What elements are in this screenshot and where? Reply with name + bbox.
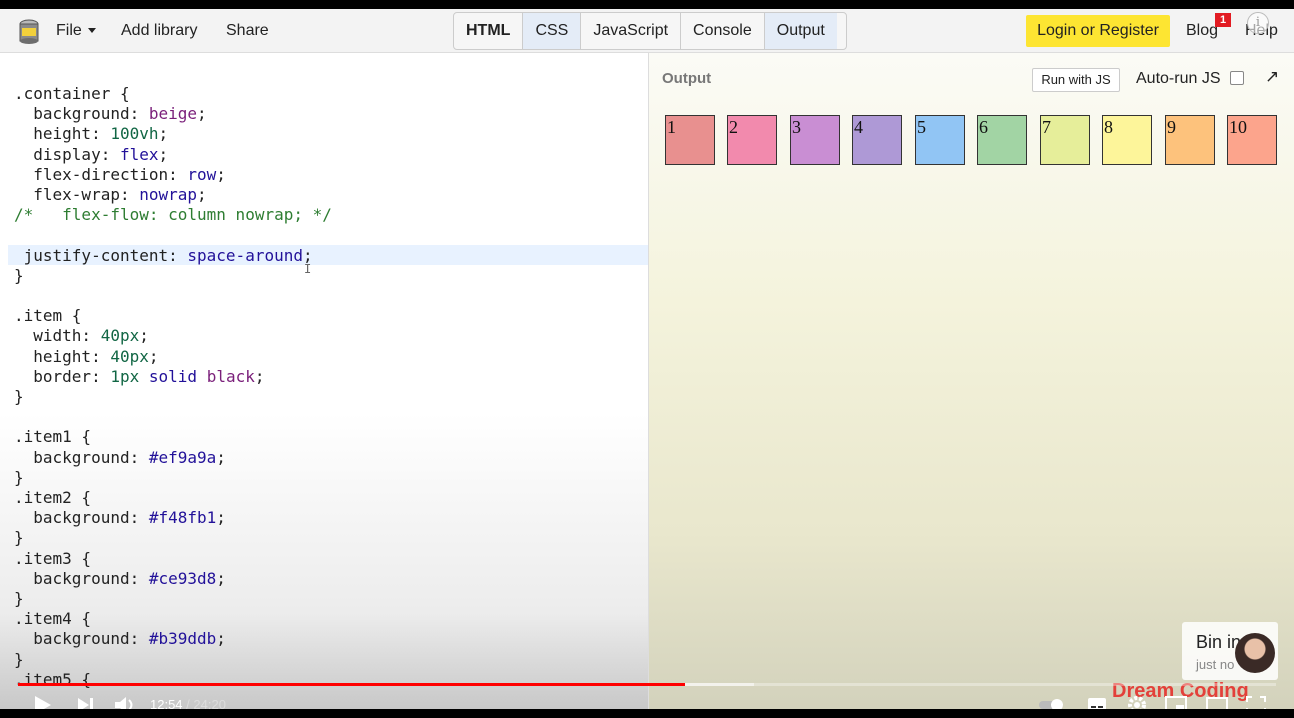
flex-item-4: 4 xyxy=(852,115,902,165)
time-display: 12:54 / 24:20 xyxy=(150,697,226,709)
progress-played xyxy=(18,683,685,686)
avatar xyxy=(1235,633,1275,673)
code-editor[interactable]: .container { background: beige; height: … xyxy=(14,84,332,690)
subtitles-icon[interactable] xyxy=(1087,697,1107,709)
miniplayer-icon[interactable] xyxy=(1165,696,1187,709)
volume-icon[interactable] xyxy=(114,695,138,709)
share-button[interactable]: Share xyxy=(226,22,269,40)
login-register-button[interactable]: Login or Register xyxy=(1026,15,1170,47)
file-menu[interactable]: File xyxy=(56,22,96,40)
flex-item-6: 6 xyxy=(977,115,1027,165)
flex-item-3: 3 xyxy=(790,115,840,165)
flex-item-10: 10 xyxy=(1227,115,1277,165)
blog-notification-badge: 1 xyxy=(1215,13,1231,27)
add-library-button[interactable]: Add library xyxy=(121,22,197,40)
output-heading: Output xyxy=(662,70,712,87)
flex-item-2: 2 xyxy=(727,115,777,165)
theater-mode-icon[interactable] xyxy=(1206,697,1228,709)
video-progress-bar[interactable] xyxy=(18,683,1276,686)
top-navbar: File Add library Share HTML CSS JavaScri… xyxy=(0,9,1294,53)
fullscreen-icon[interactable] xyxy=(1246,696,1266,709)
flex-item-row: 1 2 3 4 5 6 7 8 9 10 xyxy=(665,115,1277,167)
jsbin-logo-icon[interactable] xyxy=(18,19,40,45)
flex-item-8: 8 xyxy=(1102,115,1152,165)
file-menu-label: File xyxy=(56,22,82,39)
output-panel: Output Run with JS Auto-run JS ↗ 1234567… xyxy=(649,53,1294,709)
popout-arrow-icon[interactable]: ↗ xyxy=(1265,67,1279,87)
chevron-down-icon xyxy=(87,28,96,34)
settings-gear-icon[interactable] xyxy=(1127,695,1147,709)
flex-item-7: 7 xyxy=(1040,115,1090,165)
tab-console[interactable]: Console xyxy=(681,13,765,49)
player-controls: 12:54 / 24:20 xyxy=(0,689,1294,709)
panel-tabs: HTML CSS JavaScript Console Output xyxy=(453,12,847,50)
blog-link[interactable]: Blog xyxy=(1186,22,1218,40)
flex-item-5: 5 xyxy=(915,115,965,165)
info-icon[interactable]: i xyxy=(1247,12,1269,34)
flex-item-9: 9 xyxy=(1165,115,1215,165)
flex-item-1: 1 xyxy=(665,115,715,165)
autoplay-toggle-icon[interactable] xyxy=(1038,698,1066,709)
auto-run-checkbox[interactable] xyxy=(1230,71,1244,85)
css-editor-panel[interactable]: .container { background: beige; height: … xyxy=(0,53,649,709)
auto-run-label: Auto-run JS xyxy=(1136,70,1221,87)
play-icon[interactable] xyxy=(34,695,52,709)
next-icon[interactable] xyxy=(77,697,95,709)
notification-subtitle: just no xyxy=(1196,657,1235,672)
tab-css[interactable]: CSS xyxy=(523,13,582,49)
tab-output[interactable]: Output xyxy=(764,13,837,49)
app-window: File Add library Share HTML CSS JavaScri… xyxy=(0,9,1294,709)
run-with-js-button[interactable]: Run with JS xyxy=(1032,68,1120,92)
text-cursor-icon: I xyxy=(304,262,312,276)
tab-javascript[interactable]: JavaScript xyxy=(581,13,682,49)
duration: 24:20 xyxy=(193,697,226,709)
tab-html[interactable]: HTML xyxy=(454,13,524,49)
current-time: 12:54 xyxy=(150,697,183,709)
